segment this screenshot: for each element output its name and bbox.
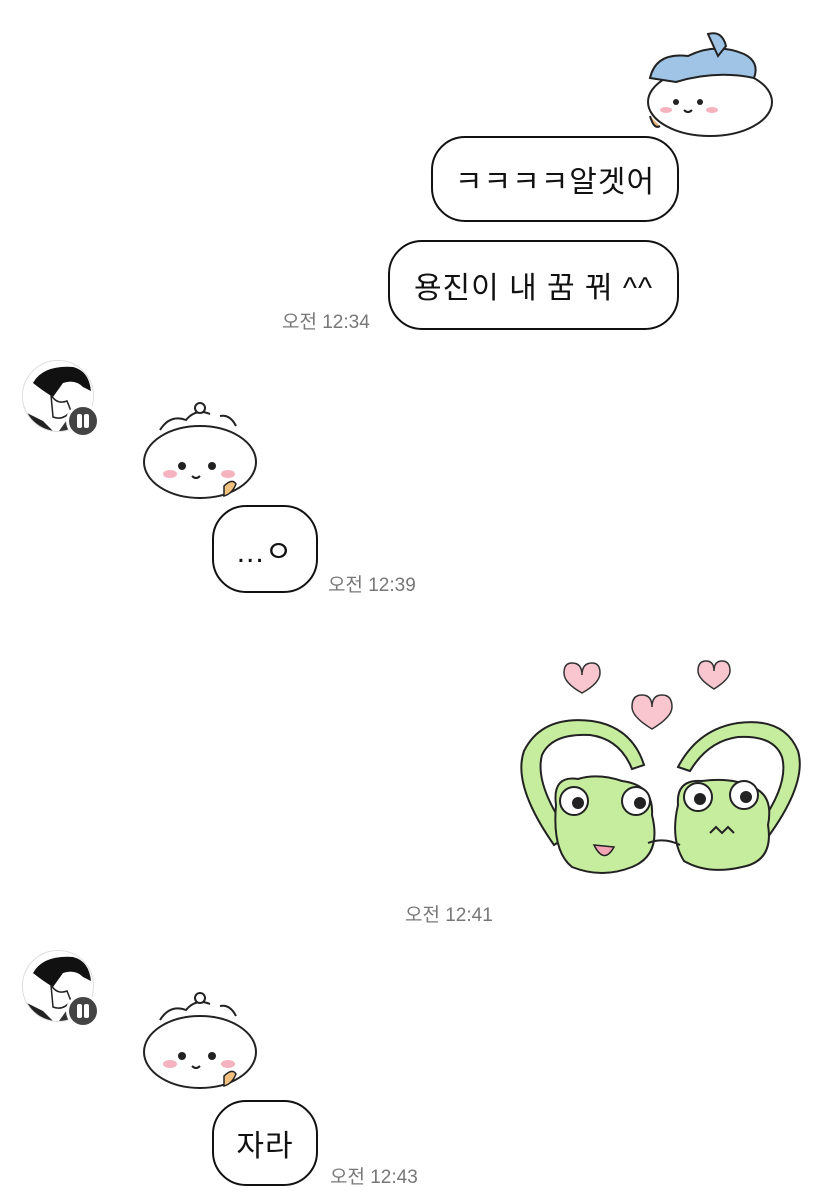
pause-badge-icon — [66, 404, 100, 438]
white-bear-sticker[interactable] — [140, 400, 258, 502]
green-frogs-hearts-sticker[interactable] — [512, 655, 812, 891]
message-timestamp: 오전 12:43 — [330, 1167, 418, 1188]
blue-hat-cat-sticker[interactable] — [636, 26, 776, 138]
message-bubble[interactable]: ...ㅇ — [212, 505, 318, 593]
message-timestamp: 오전 12:39 — [328, 575, 416, 596]
message-bubble[interactable]: 용진이 내 꿈 꿔 ^^ — [388, 240, 679, 330]
white-bear-sticker[interactable] — [140, 990, 258, 1092]
message-bubble[interactable]: 자라 — [212, 1100, 318, 1186]
message-bubble[interactable]: ㅋㅋㅋㅋ알겟어 — [431, 136, 679, 222]
message-timestamp: 오전 12:34 — [282, 312, 370, 333]
message-timestamp: 오전 12:41 — [405, 905, 493, 926]
pause-badge-icon — [66, 994, 100, 1028]
